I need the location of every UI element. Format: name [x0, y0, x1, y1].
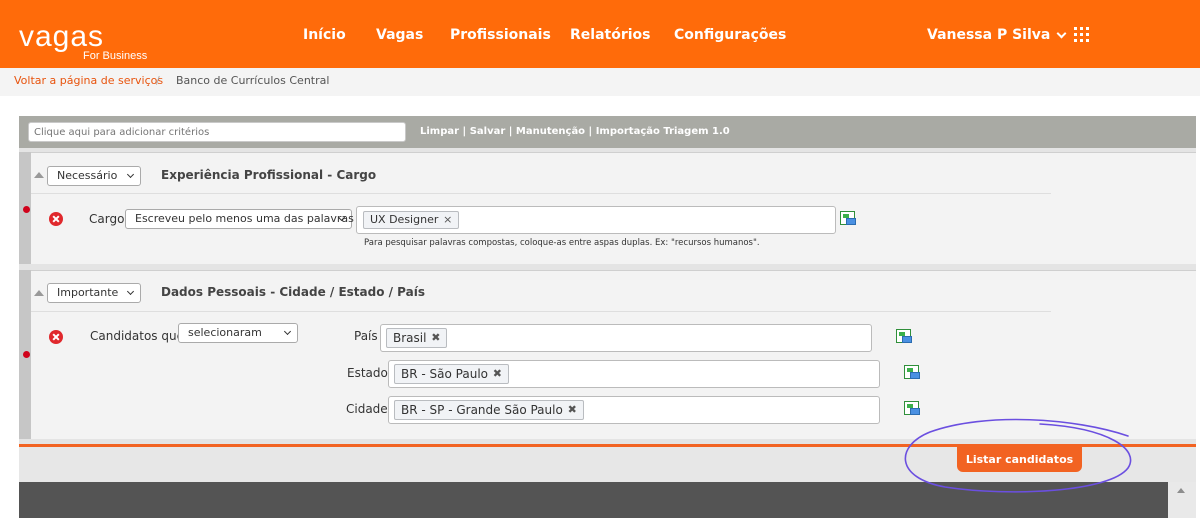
breadcrumb-back-link[interactable]: Voltar a página de serviços — [14, 74, 163, 87]
keyword-tag: UX Designer × — [363, 211, 460, 229]
nav-inicio[interactable]: Início — [303, 27, 346, 43]
nav-profissionais[interactable]: Profissionais — [450, 27, 551, 43]
pais-tag: Brasil ✖ — [386, 328, 448, 348]
spreadsheet-icon[interactable] — [896, 329, 912, 343]
toolbar-links: Limpar | Salvar | Manutenção | Importaçã… — [420, 126, 730, 137]
selection-mode-value: selecionaram — [188, 326, 262, 339]
limpar-link[interactable]: Limpar — [420, 126, 459, 137]
nav-relatorios[interactable]: Relatórios — [570, 27, 651, 43]
cidade-tag: BR - SP - Grande São Paulo ✖ — [394, 400, 584, 420]
collapse-triangle-icon[interactable] — [34, 172, 44, 178]
top-navigation-bar: vagas For Business Início Vagas Profissi… — [0, 0, 1200, 68]
scroll-up-arrow-icon[interactable] — [1177, 488, 1185, 493]
chevron-down-icon — [126, 170, 135, 179]
listar-candidatos-button[interactable]: Listar candidatos — [957, 447, 1082, 472]
pais-tag-input[interactable]: Brasil ✖ — [380, 324, 872, 352]
cargo-label: Cargo — [89, 212, 125, 226]
priority-select[interactable]: Necessário — [47, 166, 141, 186]
remove-circle-icon[interactable] — [49, 330, 63, 344]
priority-value: Importante — [57, 286, 119, 299]
estado-label: Estado — [347, 366, 388, 380]
tag-remove-icon[interactable]: × — [443, 212, 452, 228]
search-hint: Para pesquisar palavras compostas, coloq… — [364, 238, 760, 248]
breadcrumb-current: Banco de Currículos Central — [176, 74, 330, 87]
match-mode-value: Escreveu pelo menos uma das palavras — [135, 212, 354, 225]
section-divider — [31, 193, 1051, 194]
toolbar-separator: | — [588, 126, 593, 137]
pais-label: País — [354, 329, 378, 343]
toolbar-separator: | — [462, 126, 467, 137]
chevron-down-icon — [1056, 28, 1067, 38]
remove-circle-icon[interactable] — [49, 212, 63, 226]
results-area — [19, 482, 1168, 518]
cargo-tag-input[interactable]: UX Designer × — [356, 206, 836, 234]
logo-subtitle: For Business — [83, 50, 148, 62]
apps-grid-icon[interactable] — [1074, 27, 1089, 42]
required-dot-icon — [23, 206, 30, 213]
chevron-down-icon — [283, 327, 292, 336]
nav-vagas[interactable]: Vagas — [376, 27, 423, 43]
tag-remove-icon[interactable]: ✖ — [568, 401, 577, 419]
tag-label: BR - SP - Grande São Paulo — [401, 403, 563, 417]
tag-label: Brasil — [393, 331, 427, 345]
user-menu[interactable]: Vanessa P Silva — [927, 27, 1067, 43]
selection-mode-select[interactable]: selecionaram — [178, 323, 298, 343]
candidatos-label: Candidatos que — [90, 329, 184, 343]
vagas-logo[interactable]: vagas For Business — [19, 20, 147, 63]
app-root: vagas For Business Início Vagas Profissi… — [0, 0, 1200, 518]
toolbar-separator: | — [508, 126, 513, 137]
section-title: Dados Pessoais - Cidade / Estado / País — [161, 285, 426, 299]
breadcrumb-separator: / — [156, 74, 160, 87]
user-name: Vanessa P Silva — [927, 27, 1051, 43]
breadcrumb: Voltar a página de serviços / Banco de C… — [0, 68, 1200, 96]
importacao-triagem-link[interactable]: Importação Triagem 1.0 — [596, 126, 730, 137]
tag-label: BR - São Paulo — [401, 367, 488, 381]
section-divider — [31, 311, 1051, 312]
chevron-down-icon — [126, 287, 135, 296]
tag-label: UX Designer — [370, 213, 439, 226]
spreadsheet-icon[interactable] — [904, 365, 920, 379]
estado-tag: BR - São Paulo ✖ — [394, 364, 509, 384]
priority-select[interactable]: Importante — [47, 283, 141, 303]
spreadsheet-icon[interactable] — [840, 211, 856, 225]
cidade-label: Cidade — [346, 402, 388, 416]
required-dot-icon — [23, 351, 30, 358]
tag-remove-icon[interactable]: ✖ — [431, 329, 440, 347]
add-criteria-input[interactable] — [28, 122, 406, 142]
manutencao-link[interactable]: Manutenção — [516, 126, 585, 137]
priority-value: Necessário — [57, 169, 118, 182]
estado-tag-input[interactable]: BR - São Paulo ✖ — [388, 360, 880, 388]
match-mode-select[interactable]: Escreveu pelo menos uma das palavras — [125, 209, 354, 229]
spreadsheet-icon[interactable] — [904, 401, 920, 415]
nav-configuracoes[interactable]: Configurações — [674, 27, 786, 43]
collapse-triangle-icon[interactable] — [34, 290, 44, 296]
logo-text: vagas — [19, 20, 105, 53]
tag-remove-icon[interactable]: ✖ — [493, 365, 502, 383]
cidade-tag-input[interactable]: BR - SP - Grande São Paulo ✖ — [388, 396, 880, 424]
section-title: Experiência Profissional - Cargo — [161, 168, 377, 182]
salvar-link[interactable]: Salvar — [470, 126, 506, 137]
